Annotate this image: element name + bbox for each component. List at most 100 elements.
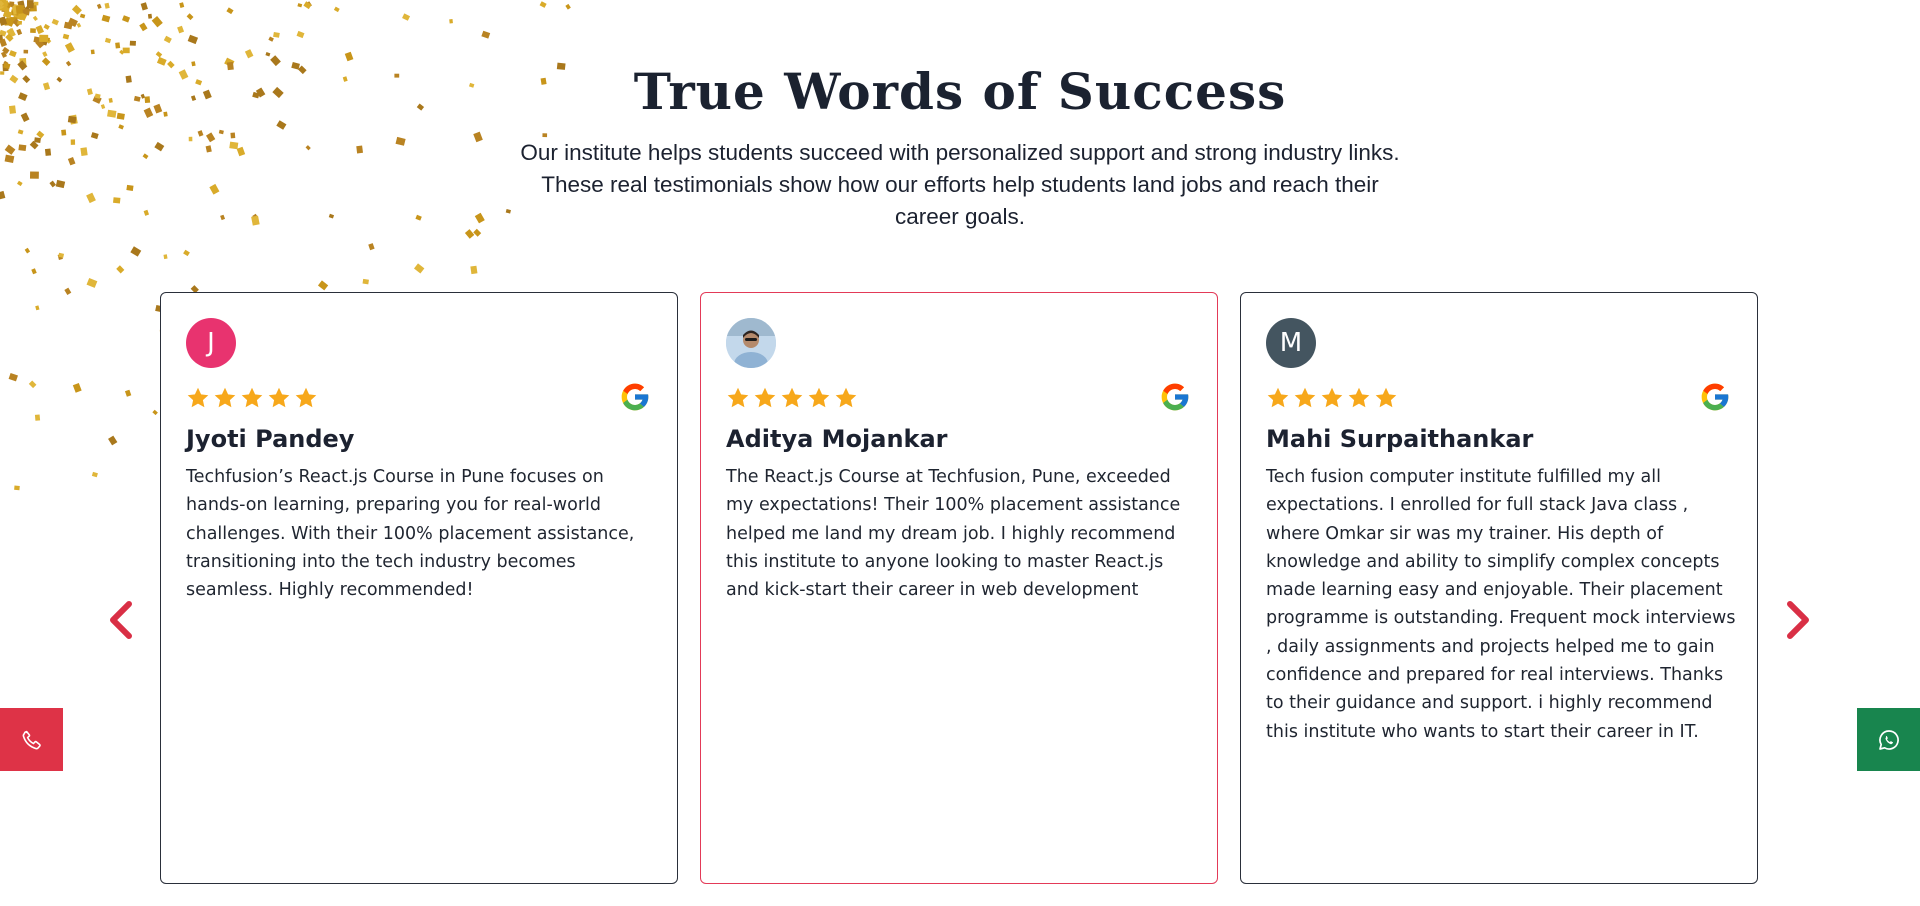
confetti-piece [96,3,102,9]
confetti-piece [115,42,121,49]
confetti-piece [8,16,18,24]
reviewer-name: Aditya Mojankar [726,425,948,453]
confetti-piece [35,38,45,49]
confetti-piece [0,0,7,9]
confetti-piece [0,0,5,7]
confetti-piece [297,3,303,8]
reviewer-name: Jyoti Pandey [186,425,355,453]
confetti-piece [34,414,41,421]
confetti-piece [18,4,25,10]
confetti-piece [333,6,340,13]
confetti-piece [205,132,216,143]
star-icon [1294,387,1316,408]
confetti-piece [42,51,48,58]
confetti-piece [4,154,15,164]
avatar [726,318,776,368]
confetti-piece [16,28,23,36]
carousel-next-button[interactable] [1780,598,1816,642]
confetti-piece [17,129,24,135]
whatsapp-button[interactable] [1857,708,1920,771]
confetti-piece [119,49,125,55]
confetti-piece [230,132,236,139]
confetti-piece [6,27,16,38]
confetti-piece [104,2,110,9]
confetti-piece [4,144,16,155]
confetti-piece [45,37,51,42]
section-title: True Words of Success [633,62,1287,121]
confetti-piece [356,145,363,154]
confetti-piece [226,7,234,15]
confetti-piece [0,2,8,12]
confetti-piece [130,246,142,257]
confetti-piece [15,5,23,15]
whatsapp-icon [1878,729,1899,750]
star-icon [1321,387,1343,408]
confetti-piece [303,1,312,10]
star-icon [295,387,317,408]
confetti-piece [5,33,14,42]
confetti-piece [90,49,95,55]
confetti-piece [64,42,75,53]
star-rating [1266,386,1398,410]
confetti-piece [473,228,482,237]
confetti-piece [116,265,125,274]
testimonial-card: J Jyoti Pandey Techfusion’s React.js Cou… [160,292,678,884]
confetti-piece [12,18,22,28]
confetti-piece [71,4,82,15]
confetti-piece [0,0,8,9]
carousel-prev-button[interactable] [103,598,139,642]
phone-icon [22,730,41,749]
confetti-piece [79,13,86,19]
confetti-piece [0,0,5,10]
confetti-piece [155,51,163,58]
confetti-piece [29,2,37,12]
confetti-piece [64,287,72,295]
confetti-piece [67,157,76,166]
confetti-piece [80,147,88,156]
confetti-piece [104,37,112,44]
confetti-piece [29,140,39,150]
confetti-piece [10,9,18,17]
review-text: The React.js Course at Techfusion, Pune,… [726,467,1181,601]
confetti-piece [152,409,158,416]
confetti-piece [24,247,31,254]
confetti-piece [5,2,12,9]
confetti-piece [296,30,305,39]
confetti-piece [39,38,49,46]
confetti-piece [163,35,172,44]
star-icon [727,387,749,408]
confetti-piece [362,278,369,285]
call-button[interactable] [0,708,63,771]
confetti-piece [0,51,7,58]
confetti-piece [21,8,30,16]
confetti-piece [179,2,185,8]
section-subtitle: Our institute helps students succeed wit… [520,140,1400,229]
confetti-piece [113,197,121,204]
star-icon [1267,387,1289,408]
confetti-piece [26,0,34,9]
confetti-piece [86,277,98,288]
confetti-piece [29,171,39,179]
star-rating [726,386,858,410]
confetti-piece [305,145,311,151]
confetti-piece [11,3,22,12]
confetti-piece [139,22,148,32]
testimonial-card: M Mahi Surpaithankar Tech fusion compute… [1240,292,1758,884]
confetti-piece [0,0,7,5]
confetti-piece [154,141,165,152]
confetti-piece [76,22,82,28]
confetti-piece [35,25,45,35]
confetti-piece [23,6,31,14]
confetti-piece [44,148,52,156]
confetti-piece [305,1,312,8]
confetti-piece [565,3,571,10]
confetti-piece [143,209,150,216]
confetti-piece [0,2,5,9]
confetti-piece [13,7,20,14]
confetti-piece [8,50,17,58]
confetti-piece [177,25,185,34]
confetti-piece [45,38,52,44]
confetti-piece [91,471,98,478]
confetti-piece [8,2,15,8]
confetti-piece [0,38,7,47]
